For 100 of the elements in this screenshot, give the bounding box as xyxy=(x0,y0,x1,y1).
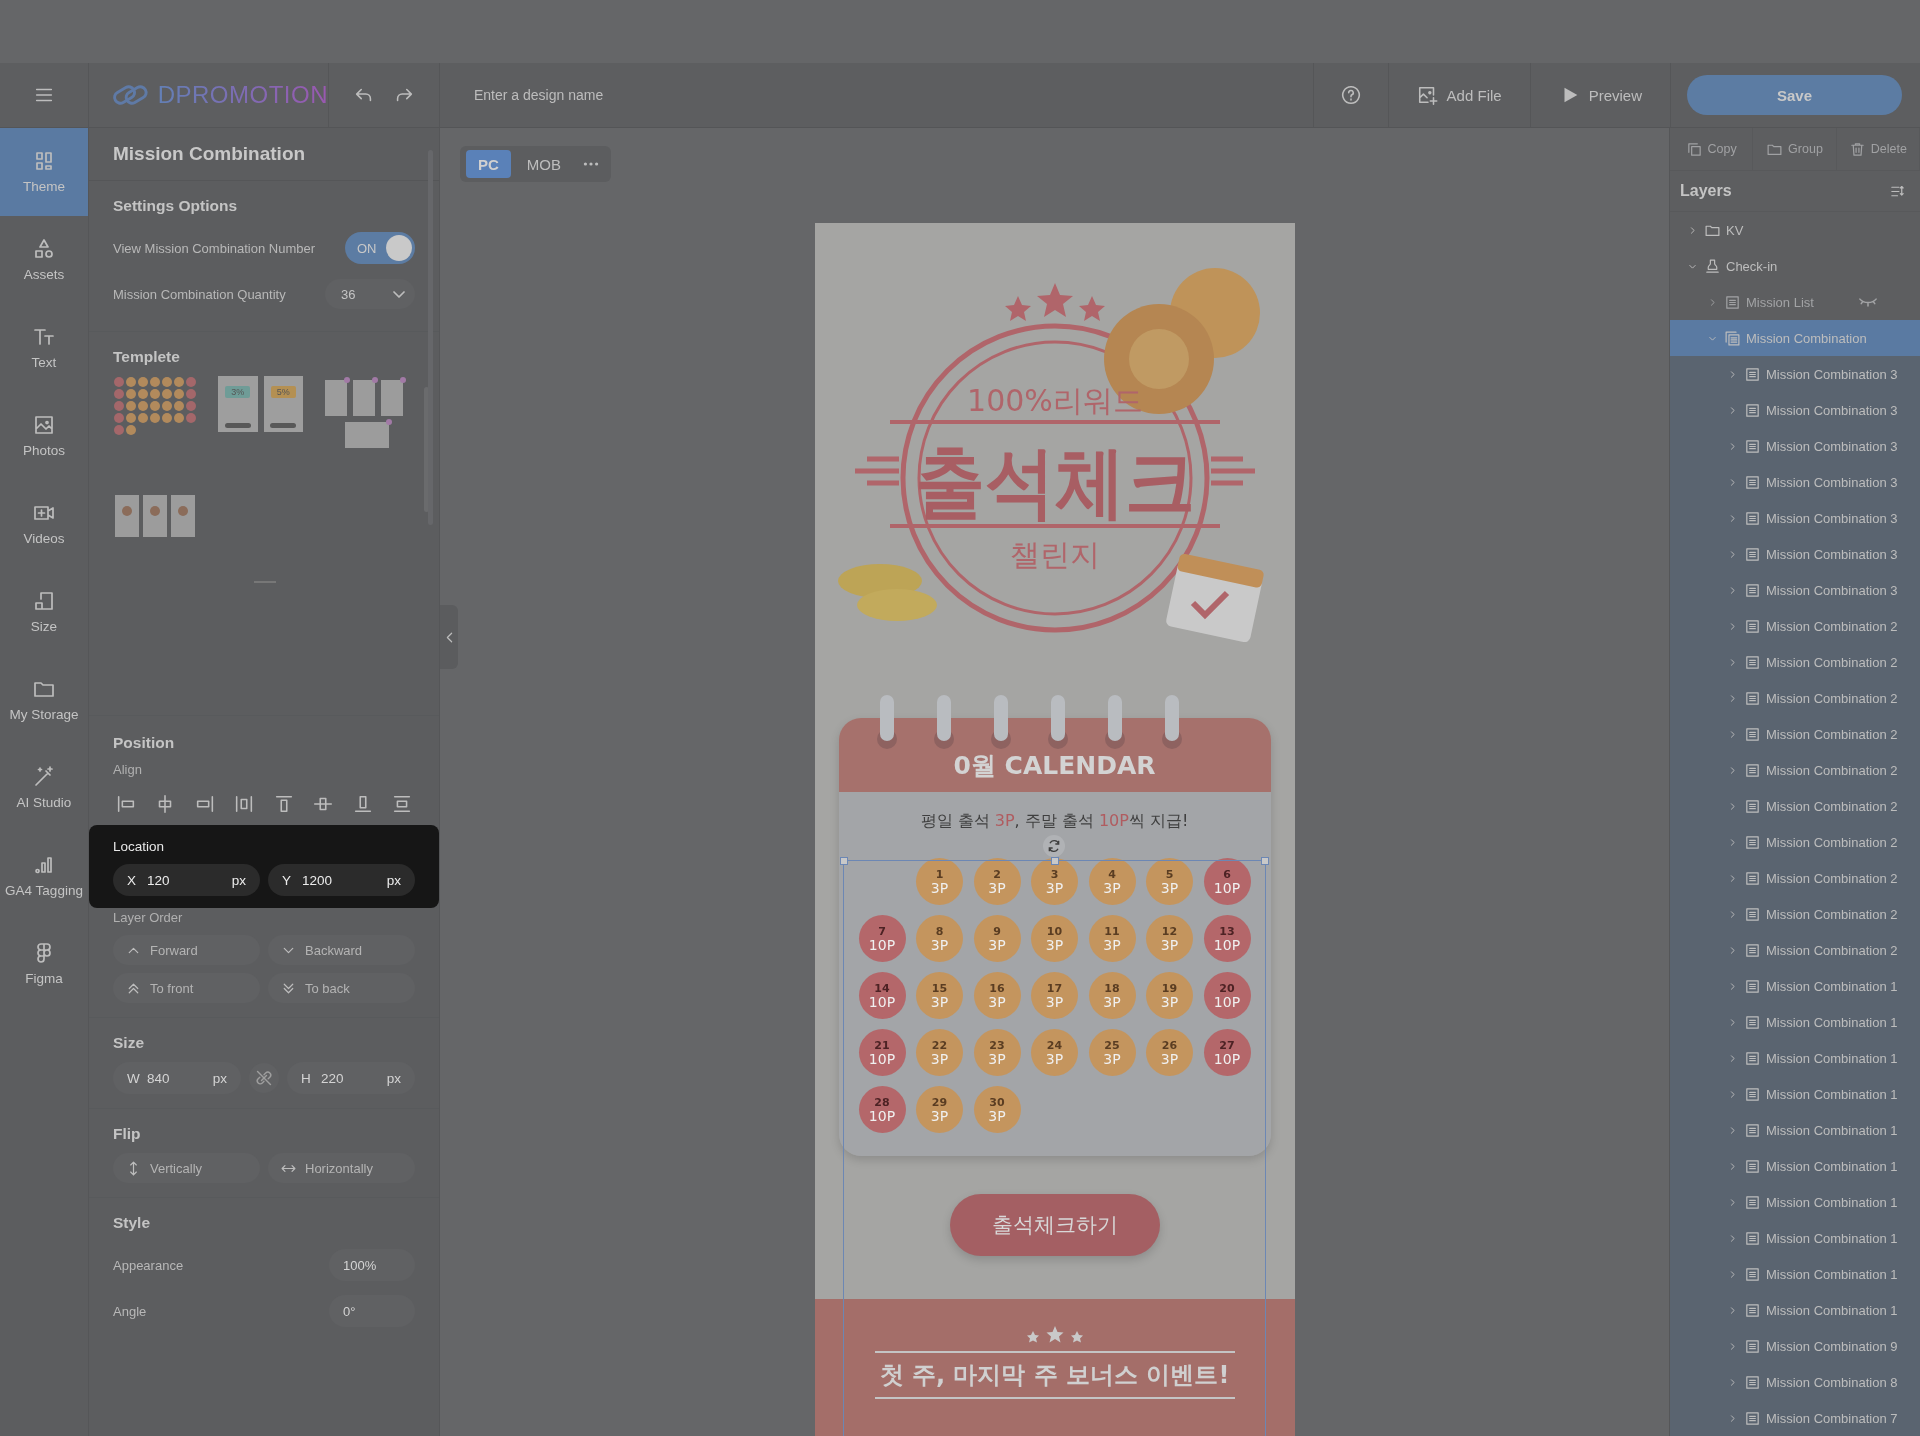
selection-outline[interactable] xyxy=(842,860,1266,1436)
layer-order-button[interactable]: Backward xyxy=(268,935,415,965)
sidebar-item[interactable]: AI Studio xyxy=(0,744,88,832)
view-tab[interactable]: MOB xyxy=(514,150,573,178)
layer-item[interactable]: Mission Combination 3 xyxy=(1670,392,1920,428)
list-icon xyxy=(1744,653,1761,671)
layer-item[interactable]: Mission Combination 1 xyxy=(1670,1040,1920,1076)
layer-item[interactable]: Mission Combination 9 xyxy=(1670,1328,1920,1364)
layer-item[interactable]: Mission Combination 1 xyxy=(1670,968,1920,1004)
layer-item[interactable]: Mission Combination 1 xyxy=(1670,1004,1920,1040)
layer-item[interactable]: Mission Combination 2 xyxy=(1670,608,1920,644)
layer-item[interactable]: Mission Combination 3 xyxy=(1670,500,1920,536)
layer-item[interactable]: Mission Combination 2 xyxy=(1670,788,1920,824)
layer-order-button[interactable]: To back xyxy=(268,973,415,1003)
list-icon xyxy=(1744,1193,1761,1211)
design-name-field[interactable]: Enter a design name xyxy=(472,86,776,104)
list-icon xyxy=(1744,689,1761,707)
layer-item[interactable]: Mission Combination 3 xyxy=(1670,428,1920,464)
layer-item[interactable]: Check-in xyxy=(1670,248,1920,284)
add-file-button[interactable]: Add File xyxy=(1387,63,1530,127)
setting-label: View Mission Combination Number xyxy=(113,240,316,256)
template-thumbnail[interactable]: 3% 5% xyxy=(218,376,303,432)
layer-item[interactable]: Mission Combination 8 xyxy=(1670,1364,1920,1400)
list-icon xyxy=(1744,365,1761,383)
list-icon xyxy=(1724,293,1741,311)
help-icon[interactable] xyxy=(1339,84,1362,106)
layer-item[interactable]: Mission Combination 1 xyxy=(1670,1220,1920,1256)
view-tab[interactable]: PC xyxy=(466,150,511,178)
layer-item[interactable]: Mission Combination 2 xyxy=(1670,932,1920,968)
reward-circle: 10 3P xyxy=(1031,915,1078,962)
list-icon xyxy=(1744,509,1761,527)
layer-item[interactable]: Mission Combination 1 xyxy=(1670,1076,1920,1112)
sidebar-item[interactable]: My Storage xyxy=(0,656,88,744)
preview-button[interactable]: Preview xyxy=(1529,63,1670,127)
reward-circle: 2 3P xyxy=(973,858,1021,905)
toggle-switch[interactable]: ON xyxy=(345,232,415,264)
layer-item[interactable]: Mission Combination 2 xyxy=(1670,716,1920,752)
calendar-subtitle: 평일 출석 3P, 주말 출석 10P씩 지급! xyxy=(919,810,1190,832)
sidebar-item[interactable]: Text xyxy=(0,304,88,392)
layer-item[interactable]: Mission Combination 2 xyxy=(1670,860,1920,896)
sidebar-item[interactable]: Size xyxy=(0,568,88,656)
flip-button[interactable]: Horizontally xyxy=(268,1153,415,1183)
coordinate-field[interactable]: X 120 px xyxy=(113,864,260,896)
sidebar-item[interactable]: Assets xyxy=(0,216,88,304)
unlink-icon[interactable] xyxy=(249,1063,279,1093)
align-left-icon[interactable] xyxy=(115,793,137,815)
more-icon[interactable] xyxy=(583,161,599,167)
sidebar-item[interactable]: Photos xyxy=(0,392,88,480)
layer-item[interactable]: Mission Combination 2 xyxy=(1670,680,1920,716)
sidebar-item[interactable]: GA4 Tagging xyxy=(0,832,88,920)
layer-order-button[interactable]: To front xyxy=(113,973,260,1003)
layer-item[interactable]: Mission Combination 2 xyxy=(1670,824,1920,860)
template-thumbnail[interactable] xyxy=(323,376,408,451)
sidebar-item[interactable]: Theme xyxy=(0,128,88,216)
layer-item[interactable]: Mission Combination xyxy=(1670,320,1920,356)
layer-item[interactable]: Mission Combination 3 xyxy=(1670,572,1920,608)
sidebar-item[interactable]: Figma xyxy=(0,920,88,1008)
layer-item[interactable]: Mission Combination 7 xyxy=(1670,1400,1920,1436)
sidebar-item[interactable]: Videos xyxy=(0,480,88,568)
layer-item[interactable]: Mission Combination 3 xyxy=(1670,356,1920,392)
list-icon xyxy=(1744,581,1761,599)
layer-order-button[interactable]: Forward xyxy=(113,935,260,965)
layer-item[interactable]: KV xyxy=(1670,212,1920,248)
size-field[interactable]: W 840 px xyxy=(113,1062,241,1094)
reward-circle: 8 3P xyxy=(916,915,963,962)
layer-item[interactable]: Mission Combination 2 xyxy=(1670,644,1920,680)
check-in-button[interactable]: 출석체크하기 xyxy=(949,1194,1160,1256)
list-icon xyxy=(1744,1121,1761,1139)
chevron-down-icon xyxy=(393,290,405,298)
save-button[interactable]: Save xyxy=(1687,75,1902,115)
list-icon xyxy=(1744,797,1761,815)
section-heading: Flip xyxy=(113,1125,142,1143)
list-icon xyxy=(1744,1229,1761,1247)
layer-item[interactable]: Mission Combination 3 xyxy=(1670,464,1920,500)
size-field[interactable]: H 220 px xyxy=(287,1062,415,1094)
layer-item[interactable]: Mission Combination 1 xyxy=(1670,1256,1920,1292)
flip-button[interactable]: Vertically xyxy=(113,1153,260,1183)
layer-item[interactable]: Mission Combination 1 xyxy=(1670,1148,1920,1184)
coordinate-field[interactable]: Y 1200 px xyxy=(268,864,415,896)
reward-circle: 6 10P xyxy=(1203,858,1251,905)
layer-item[interactable]: Mission Combination 1 xyxy=(1670,1292,1920,1328)
layer-item[interactable]: Mission List xyxy=(1670,284,1920,320)
layer-item[interactable]: Mission Combination 3 xyxy=(1670,536,1920,572)
layer-item[interactable]: Mission Combination 1 xyxy=(1670,1184,1920,1220)
layer-item[interactable]: Mission Combination 1 xyxy=(1670,1112,1920,1148)
reward-circle: 29 3P xyxy=(916,1086,963,1133)
layer-item[interactable]: Mission Combination 2 xyxy=(1670,896,1920,932)
style-value-field[interactable]: 0° xyxy=(329,1295,415,1327)
add-image-icon xyxy=(1416,84,1439,106)
calendar-title: 0월 CALENDAR xyxy=(953,750,1156,782)
style-value-field[interactable]: 100% xyxy=(329,1249,415,1281)
reward-circle: 23 3P xyxy=(973,1029,1021,1076)
reward-circle: 11 3P xyxy=(1088,915,1136,962)
list-icon xyxy=(1744,1157,1761,1175)
list-icon xyxy=(1744,833,1761,851)
section-heading: Settings Options xyxy=(113,197,238,215)
layer-item[interactable]: Mission Combination 2 xyxy=(1670,752,1920,788)
list-icon xyxy=(1744,1265,1761,1283)
template-thumbnail[interactable] xyxy=(113,376,198,436)
quantity-dropdown[interactable]: 36 xyxy=(325,279,415,309)
